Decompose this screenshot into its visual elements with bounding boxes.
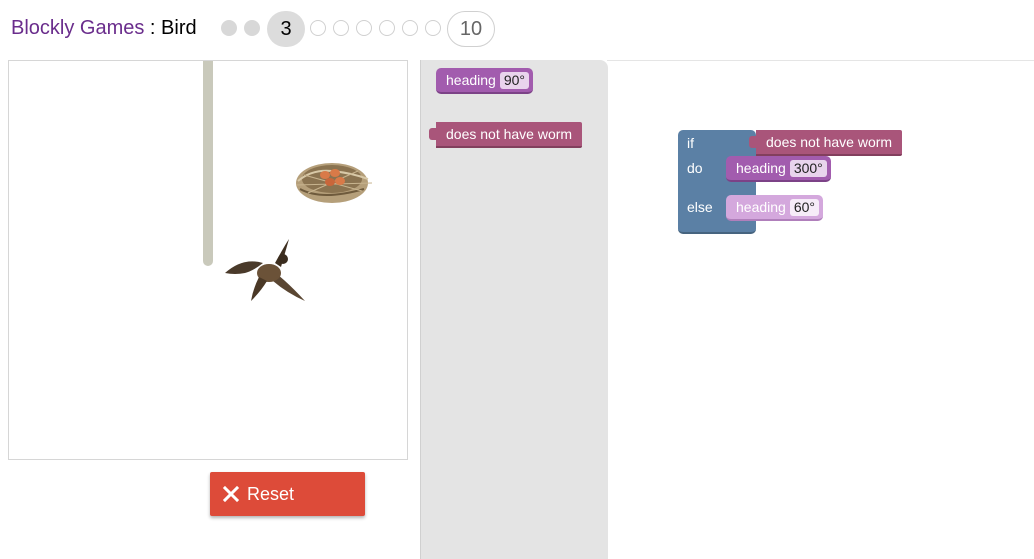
do-label: do [687, 160, 703, 176]
reset-button[interactable]: Reset [210, 472, 365, 516]
condition-worm-block[interactable]: does not have worm [749, 130, 903, 156]
wall [203, 61, 213, 266]
game-canvas [8, 60, 408, 460]
condition-label: does not have worm [766, 134, 893, 150]
reset-label: Reset [247, 483, 295, 504]
else-heading-block[interactable]: heading 60° [726, 195, 823, 221]
level-7-dot[interactable] [379, 20, 395, 36]
else-heading-angle-field[interactable]: 60° [789, 198, 819, 216]
level-2-dot[interactable] [244, 20, 260, 36]
bird-icon [225, 239, 305, 301]
x-icon [223, 486, 239, 502]
level-4-dot[interactable] [310, 20, 326, 36]
current-level-indicator[interactable]: 3 [267, 11, 305, 47]
level-9-dot[interactable] [425, 20, 441, 36]
do-heading-block[interactable]: heading 300° [726, 156, 831, 182]
title-separator: : [144, 17, 162, 39]
toolbox-worm-block[interactable]: does not have worm [429, 122, 583, 148]
nest-icon [295, 163, 373, 203]
if-label: if [687, 135, 694, 151]
level-1-dot[interactable] [221, 20, 237, 36]
game-name: Bird [161, 17, 197, 39]
level-5-dot[interactable] [333, 20, 349, 36]
do-heading-label: heading [736, 160, 786, 176]
else-heading-label: heading [736, 199, 786, 215]
page-title: Blockly Games : Bird [11, 17, 197, 40]
heading-block-label: heading [446, 72, 496, 88]
level-6-dot[interactable] [356, 20, 372, 36]
else-label: else [687, 199, 713, 215]
last-level-indicator[interactable]: 10 [447, 11, 495, 47]
worm-block-label: does not have worm [446, 126, 573, 142]
toolbox-heading-block[interactable]: heading 90° [436, 68, 533, 94]
level-8-dot[interactable] [402, 20, 418, 36]
heading-angle-field[interactable]: 90° [499, 71, 529, 89]
do-heading-angle-field[interactable]: 300° [789, 159, 827, 177]
block-output-tab [749, 136, 757, 148]
app-name-link[interactable]: Blockly Games [11, 17, 144, 39]
block-output-tab [429, 128, 437, 140]
